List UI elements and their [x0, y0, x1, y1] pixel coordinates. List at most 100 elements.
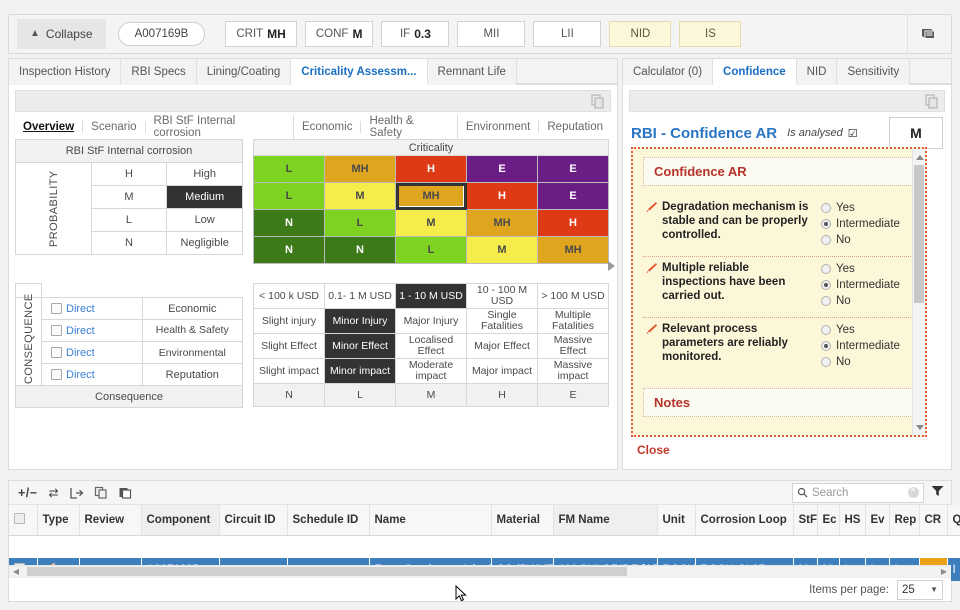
criticality-cell-r1c4[interactable]: E: [538, 183, 609, 210]
probability-label-medium[interactable]: Medium: [167, 186, 243, 209]
confidence-q1-option-intermediate[interactable]: Intermediate: [821, 216, 900, 232]
scroll-left-icon[interactable]: ◀: [9, 567, 23, 576]
probability-code-l[interactable]: L: [91, 209, 167, 232]
column-q1[interactable]: Q1: [947, 505, 960, 535]
consequence-direct-economic[interactable]: Direct: [66, 303, 95, 315]
criticality-cell-r0c0[interactable]: L: [254, 156, 325, 183]
tag-if[interactable]: IF 0.3: [381, 21, 449, 47]
probability-code-m[interactable]: M: [91, 186, 167, 209]
confidence-q3-option-yes[interactable]: Yes: [821, 322, 900, 338]
column-fm-name[interactable]: FM Name: [553, 505, 657, 535]
expand-right-icon[interactable]: [604, 258, 618, 274]
tab-remnant-life[interactable]: Remnant Life: [428, 59, 517, 85]
consequence-direct-reputation[interactable]: Direct: [66, 369, 95, 381]
criticality-cell-r2c1[interactable]: L: [325, 210, 396, 237]
tab-confidence[interactable]: Confidence: [713, 59, 797, 85]
column-hs[interactable]: HS: [839, 505, 865, 535]
pencil-icon[interactable]: [645, 262, 658, 274]
subtab-rbi-stf-internal-corrosion[interactable]: RBI StF Internal corrosion: [146, 115, 294, 139]
tag-mii[interactable]: MII: [457, 21, 525, 47]
tag-conf[interactable]: CONF M: [305, 21, 374, 47]
search-input[interactable]: Search: [792, 483, 924, 503]
paste-icon[interactable]: [113, 483, 137, 503]
column-cr[interactable]: CR: [919, 505, 947, 535]
is-analysed-checkbox[interactable]: ☑: [848, 127, 858, 140]
descriptor-r1c1[interactable]: Minor Injury: [325, 309, 396, 334]
criticality-cell-r0c4[interactable]: E: [538, 156, 609, 183]
pencil-icon[interactable]: [645, 201, 658, 213]
consequence-checkbox-environmental[interactable]: [51, 347, 62, 358]
notes-section-header[interactable]: Notes: [643, 388, 915, 417]
column-ev[interactable]: Ev: [865, 505, 889, 535]
descriptor-r0c1[interactable]: 0.1- 1 M USD: [325, 284, 396, 309]
tab-sensitivity[interactable]: Sensitivity: [837, 59, 910, 85]
confidence-q2-option-no[interactable]: No: [821, 293, 900, 309]
select-all-checkbox[interactable]: [14, 513, 25, 524]
subtab-economic[interactable]: Economic: [294, 121, 362, 133]
add-remove-icon[interactable]: +/−: [13, 483, 43, 503]
tag-crit[interactable]: CRIT MH: [225, 21, 297, 47]
tab-criticality-assessment[interactable]: Criticality Assessm...: [291, 59, 427, 85]
column-type[interactable]: Type: [37, 505, 79, 535]
column-name[interactable]: Name: [369, 505, 491, 535]
consequence-checkbox-economic[interactable]: [51, 303, 62, 314]
descriptor-r0c3[interactable]: 10 - 100 M USD: [467, 284, 538, 309]
tag-nid[interactable]: NID: [609, 21, 671, 47]
probability-label-high[interactable]: High: [167, 163, 243, 186]
confidence-q3-option-no[interactable]: No: [821, 354, 900, 370]
copy-icon[interactable]: [590, 93, 606, 109]
criticality-cell-r3c4[interactable]: MH: [538, 237, 609, 264]
descriptor-r1c3[interactable]: Single Fatalities: [467, 309, 538, 334]
column-component[interactable]: Component: [141, 505, 219, 535]
descriptor-r2c2[interactable]: Localised Effect: [396, 334, 467, 359]
tab-lining-coating[interactable]: Lining/Coating: [197, 59, 292, 85]
descriptor-r1c0[interactable]: Slight injury: [254, 309, 325, 334]
confidence-score-button[interactable]: M: [889, 117, 943, 149]
criticality-cell-r3c0[interactable]: N: [254, 237, 325, 264]
tab-calculator[interactable]: Calculator (0): [623, 59, 713, 85]
collapse-button[interactable]: ▲ Collapse: [17, 19, 106, 49]
tag-is[interactable]: IS: [679, 21, 741, 47]
subtab-health-safety[interactable]: Health & Safety: [361, 115, 457, 139]
consequence-checkbox-reputation[interactable]: [51, 369, 62, 380]
close-button[interactable]: Close: [637, 443, 670, 457]
descriptor-r0c4[interactable]: > 100 M USD: [538, 284, 609, 309]
criticality-cell-r2c4[interactable]: H: [538, 210, 609, 237]
descriptor-r2c1[interactable]: Minor Effect: [325, 334, 396, 359]
confidence-q3-option-intermediate[interactable]: Intermediate: [821, 338, 900, 354]
criticality-cell-r0c1[interactable]: MH: [325, 156, 396, 183]
confidence-q1-option-no[interactable]: No: [821, 232, 900, 248]
subtab-scenario[interactable]: Scenario: [83, 121, 145, 133]
column-circuit-id[interactable]: Circuit ID: [219, 505, 287, 535]
confidence-q2-option-intermediate[interactable]: Intermediate: [821, 277, 900, 293]
clear-icon[interactable]: [908, 487, 919, 498]
export-icon[interactable]: [65, 483, 89, 503]
criticality-cell-r3c2[interactable]: L: [396, 237, 467, 264]
descriptor-r2c3[interactable]: Major Effect: [467, 334, 538, 359]
criticality-cell-r2c0[interactable]: N: [254, 210, 325, 237]
descriptor-r3c2[interactable]: Moderate impact: [396, 359, 467, 384]
copy-rows-icon[interactable]: [89, 483, 113, 503]
tab-nid[interactable]: NID: [797, 59, 838, 85]
scroll-right-icon[interactable]: ▶: [937, 567, 951, 576]
asset-id-pill[interactable]: A007169B: [118, 22, 206, 46]
tab-inspection-history[interactable]: Inspection History: [9, 59, 121, 85]
descriptor-r1c2[interactable]: Major Injury: [396, 309, 467, 334]
column-rep[interactable]: Rep: [889, 505, 919, 535]
column-select-all[interactable]: [9, 505, 37, 535]
descriptor-r1c4[interactable]: Multiple Fatalities: [538, 309, 609, 334]
criticality-cell-selected[interactable]: MH: [396, 183, 467, 210]
swap-icon[interactable]: ⇄: [43, 483, 65, 503]
subtab-environment[interactable]: Environment: [458, 121, 540, 133]
subtab-reputation[interactable]: Reputation: [539, 121, 611, 133]
criticality-cell-r3c1[interactable]: N: [325, 237, 396, 264]
consequence-direct-health-safety[interactable]: Direct: [66, 325, 95, 337]
descriptor-r2c0[interactable]: Slight Effect: [254, 334, 325, 359]
descriptor-r3c1[interactable]: Minor impact: [325, 359, 396, 384]
probability-label-low[interactable]: Low: [167, 209, 243, 232]
column-material[interactable]: Material: [491, 505, 553, 535]
copy-icon[interactable]: [924, 93, 940, 109]
column-ec[interactable]: Ec: [817, 505, 839, 535]
criticality-cell-r0c2[interactable]: H: [396, 156, 467, 183]
descriptor-r2c4[interactable]: Massive Effect: [538, 334, 609, 359]
